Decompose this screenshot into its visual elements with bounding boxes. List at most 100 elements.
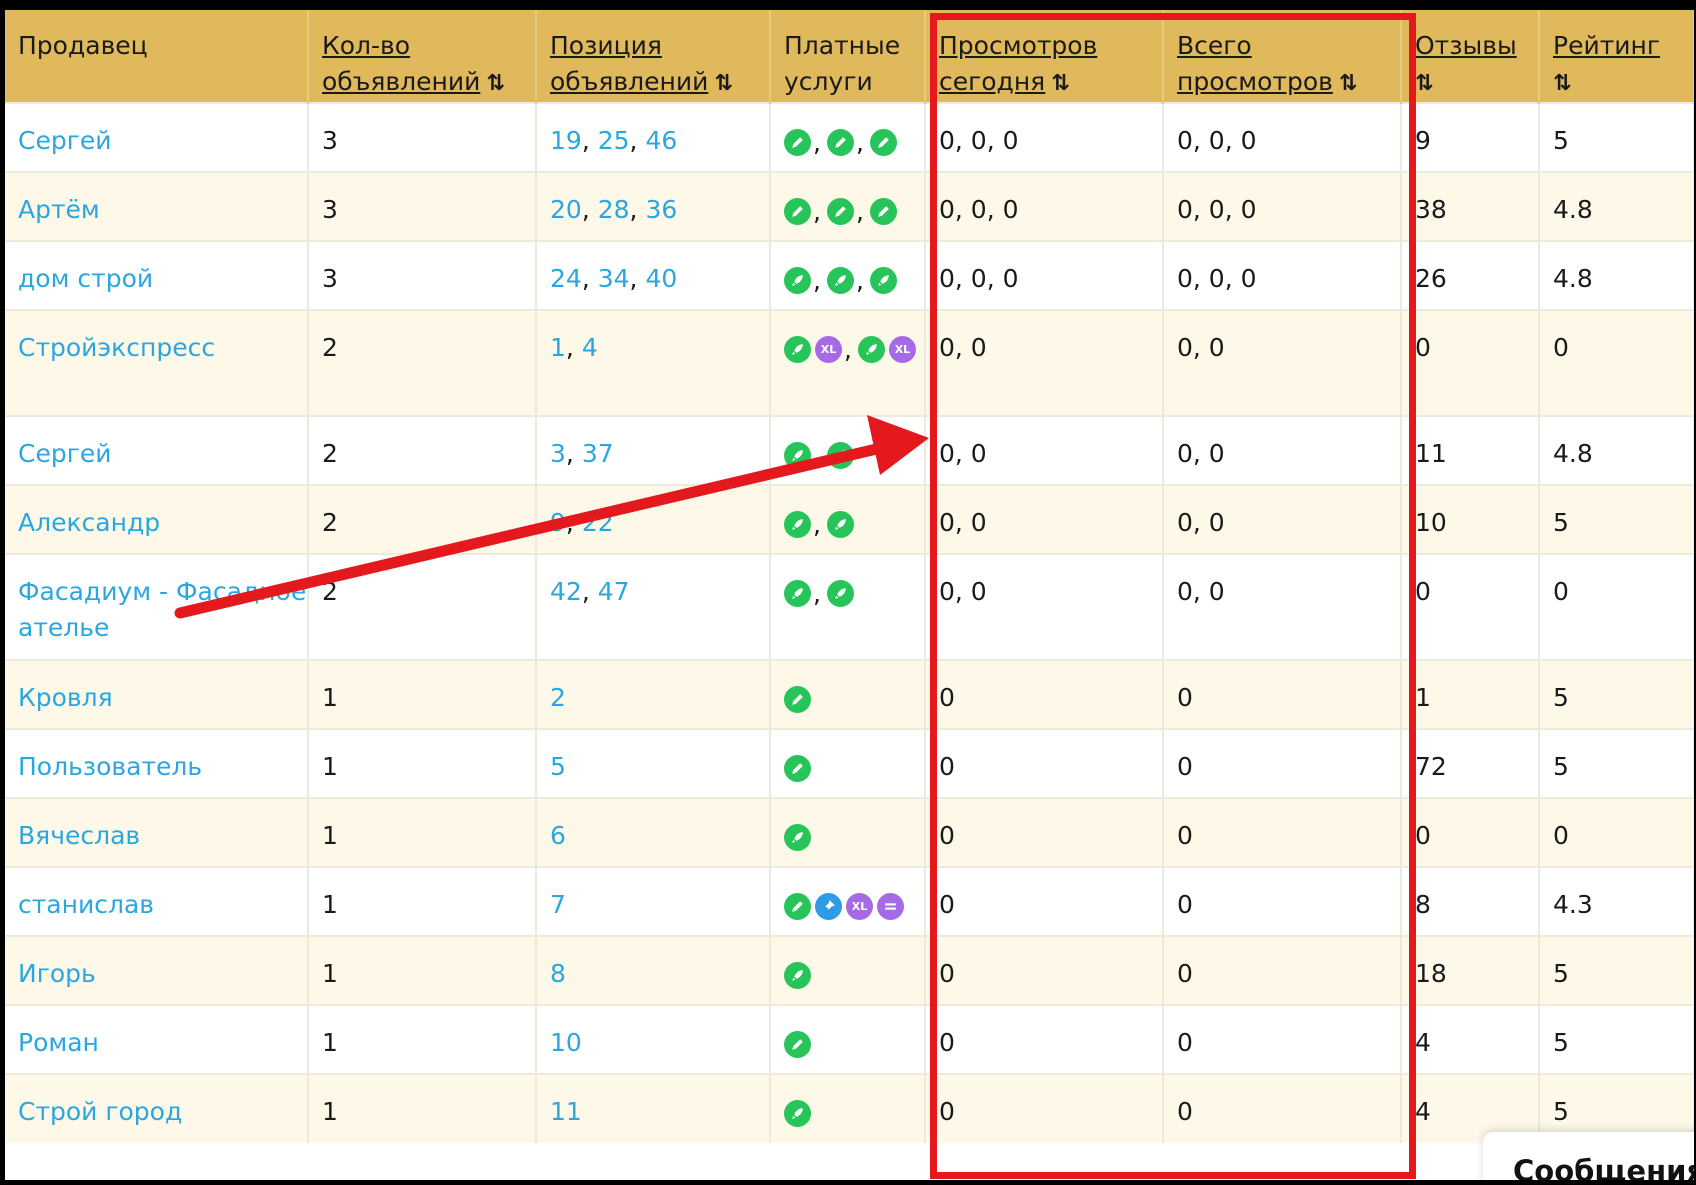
green-pencil-icon[interactable] <box>784 686 811 713</box>
green-pencil-icon[interactable] <box>784 893 811 920</box>
sort-icon[interactable]: ⇅ <box>714 71 732 96</box>
header-ad-position[interactable]: Позиция объявлений ⇅ <box>536 10 771 103</box>
seller-link[interactable]: Сергей <box>18 123 306 159</box>
purple-xl-icon[interactable]: XL <box>888 336 916 363</box>
green-rocket-icon[interactable] <box>784 962 811 989</box>
position-link[interactable]: 36 <box>645 195 677 224</box>
position-link[interactable]: 19 <box>550 126 582 155</box>
green-rocket-icon[interactable] <box>784 580 811 607</box>
position-link[interactable]: 20 <box>550 195 582 224</box>
green-rocket-icon[interactable] <box>784 1100 811 1127</box>
green-rocket-icon[interactable] <box>784 267 811 294</box>
cell-seller: Фасадиум - Фасадное ателье <box>5 553 309 660</box>
header-views-today[interactable]: Просмотров сегодня ⇅ <box>925 10 1164 103</box>
cell-ad-positions: 19, 25, 46 <box>536 102 771 172</box>
green-rocket-icon[interactable] <box>826 511 854 538</box>
position-link[interactable]: 5 <box>550 752 566 781</box>
position-link[interactable]: 4 <box>582 333 598 362</box>
green-pencil-icon[interactable] <box>826 198 854 225</box>
position-link[interactable]: 9 <box>550 508 566 537</box>
seller-link[interactable]: Строй город <box>18 1094 306 1130</box>
cell-ad-count: 2 <box>308 415 537 485</box>
purple-lines-icon[interactable] <box>877 893 904 920</box>
seller-link[interactable]: Кровля <box>18 680 306 716</box>
green-pencil-icon[interactable] <box>869 198 897 225</box>
sort-icon[interactable]: ⇅ <box>1051 71 1069 96</box>
position-link[interactable]: 37 <box>582 439 614 468</box>
green-pencil-icon[interactable] <box>784 755 811 782</box>
purple-xl-icon[interactable]: XL <box>815 336 842 363</box>
cell-seller: Пользователь <box>5 728 309 798</box>
green-rocket-icon[interactable] <box>784 824 811 851</box>
header-rating[interactable]: Рейтинг ⇅ <box>1539 10 1694 103</box>
cell-ad-count: 1 <box>308 659 537 729</box>
separator: , <box>565 508 582 537</box>
separator: , <box>581 264 598 293</box>
seller-link[interactable]: Игорь <box>18 956 306 992</box>
sort-icon[interactable]: ⇅ <box>486 71 504 96</box>
green-rocket-icon[interactable] <box>826 442 854 469</box>
position-link[interactable]: 3 <box>550 439 566 468</box>
cell-ad-positions: 9, 22 <box>536 484 771 554</box>
green-pencil-icon[interactable] <box>869 129 897 156</box>
seller-link[interactable]: Стройэкспресс <box>18 330 306 366</box>
cell-ad-positions: 10 <box>536 1004 771 1074</box>
position-link[interactable]: 10 <box>550 1028 582 1057</box>
green-pencil-icon[interactable] <box>784 129 811 156</box>
position-link[interactable]: 47 <box>598 577 630 606</box>
seller-link[interactable]: Фасадиум - Фасадное ателье <box>18 574 306 646</box>
position-link[interactable]: 2 <box>550 683 566 712</box>
seller-link[interactable]: Сергей <box>18 436 306 472</box>
messages-button[interactable]: Сообщения <box>1483 1132 1694 1180</box>
table-body: Сергей 3 19, 25, 46,, 0, 0, 0 0, 0, 0 9 5 Артём… <box>5 102 1694 1143</box>
seller-link[interactable]: Артём <box>18 192 306 228</box>
header-paid-services: Платные услуги <box>770 10 926 103</box>
position-link[interactable]: 11 <box>550 1097 582 1126</box>
purple-xl-icon[interactable]: XL <box>846 893 873 920</box>
position-link[interactable]: 42 <box>550 577 582 606</box>
service-icons: XL <box>784 887 923 920</box>
header-ad-count[interactable]: Кол-во объявлений ⇅ <box>308 10 537 103</box>
cell-views-today: 0, 0, 0 <box>925 240 1164 310</box>
position-link[interactable]: 46 <box>645 126 677 155</box>
green-rocket-icon[interactable] <box>826 267 854 294</box>
cell-seller: Вячеслав <box>5 797 309 867</box>
blue-pin-icon[interactable] <box>815 893 842 920</box>
green-rocket-icon[interactable] <box>784 442 811 469</box>
position-link[interactable]: 25 <box>598 126 630 155</box>
green-rocket-icon[interactable] <box>784 336 811 363</box>
sort-icon[interactable]: ⇅ <box>1415 71 1433 96</box>
green-pencil-icon[interactable] <box>784 198 811 225</box>
cell-seller: Александр <box>5 484 309 554</box>
green-rocket-icon[interactable] <box>869 267 897 294</box>
header-reviews[interactable]: Отзывы ⇅ <box>1401 10 1540 103</box>
header-views-total[interactable]: Всего просмотров ⇅ <box>1163 10 1402 103</box>
position-link[interactable]: 40 <box>645 264 677 293</box>
separator: , <box>581 195 598 224</box>
separator: , <box>813 440 821 470</box>
position-link[interactable]: 6 <box>550 821 566 850</box>
green-rocket-icon[interactable] <box>784 511 811 538</box>
cell-views-total: 0, 0, 0 <box>1163 171 1402 241</box>
position-link[interactable]: 28 <box>598 195 630 224</box>
green-rocket-icon[interactable] <box>826 580 854 607</box>
position-link[interactable]: 22 <box>582 508 614 537</box>
table-row: Сергей 2 3, 37, 0, 0 0, 0 11 4.8 <box>5 415 1694 485</box>
seller-link[interactable]: Роман <box>18 1025 306 1061</box>
position-link[interactable]: 24 <box>550 264 582 293</box>
seller-link[interactable]: Пользователь <box>18 749 306 785</box>
sort-icon[interactable]: ⇅ <box>1339 71 1357 96</box>
green-pencil-icon[interactable] <box>826 129 854 156</box>
seller-link[interactable]: Вячеслав <box>18 818 306 854</box>
green-pencil-icon[interactable] <box>784 1031 811 1058</box>
seller-link[interactable]: Александр <box>18 505 306 541</box>
sort-icon[interactable]: ⇅ <box>1553 71 1571 96</box>
position-link[interactable]: 34 <box>598 264 630 293</box>
position-link[interactable]: 7 <box>550 890 566 919</box>
position-link[interactable]: 1 <box>550 333 566 362</box>
seller-link[interactable]: дом строй <box>18 261 306 297</box>
seller-link[interactable]: станислав <box>18 887 306 923</box>
service-icons: ,, <box>784 261 923 294</box>
position-link[interactable]: 8 <box>550 959 566 988</box>
green-rocket-icon[interactable] <box>857 336 885 363</box>
